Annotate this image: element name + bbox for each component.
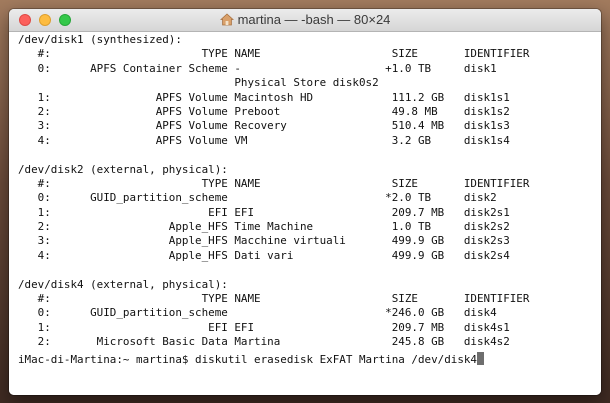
terminal-line: #: TYPE NAME SIZE IDENTIFIER <box>18 47 530 61</box>
typed-command[interactable]: diskutil erasedisk ExFAT Martina /dev/di… <box>195 353 477 366</box>
terminal-output-area[interactable]: /dev/disk1 (synthesized): #: TYPE NAME S… <box>9 32 601 395</box>
terminal-output: /dev/disk1 (synthesized): #: TYPE NAME S… <box>18 33 601 350</box>
text-cursor <box>477 352 484 365</box>
terminal-line: 3: APFS Volume Recovery 510.4 MB disk1s3 <box>18 119 510 133</box>
terminal-line: /dev/disk1 (synthesized): <box>18 33 182 46</box>
terminal-line: 2: Microsoft Basic Data Martina 245.8 GB… <box>18 335 510 349</box>
window-title-area: martina — -bash — 80×24 <box>9 12 601 29</box>
terminal-line: 4: Apple_HFS Dati vari 499.9 GB disk2s4 <box>18 248 510 262</box>
terminal-line: #: TYPE NAME SIZE IDENTIFIER <box>18 176 530 190</box>
window-title: martina — -bash — 80×24 <box>237 12 391 27</box>
terminal-line: #: TYPE NAME SIZE IDENTIFIER <box>18 292 530 306</box>
terminal-line: 2: Apple_HFS Time Machine 1.0 TB disk2s2 <box>18 220 510 234</box>
terminal-line: 0: GUID_partition_scheme *246.0 GB disk4 <box>18 306 497 320</box>
terminal-line: 1: EFI EFI 209.7 MB disk2s1 <box>18 205 510 219</box>
shell-prompt: iMac-di-Martina:~ martina$ <box>18 353 196 366</box>
terminal-line: 0: GUID_partition_scheme *2.0 TB disk2 <box>18 191 497 205</box>
title-bar[interactable]: martina — -bash — 80×24 <box>9 9 601 32</box>
terminal-line: 3: Apple_HFS Macchine virtuali 499.9 GB … <box>18 234 510 248</box>
terminal-line: 1: EFI EFI 209.7 MB disk4s1 <box>18 320 510 334</box>
home-folder-icon <box>219 13 234 29</box>
terminal-line: /dev/disk2 (external, physical): <box>18 162 228 176</box>
terminal-window: martina — -bash — 80×24 /dev/disk1 (synt… <box>9 9 601 395</box>
terminal-line: Physical Store disk0s2 <box>18 76 379 90</box>
terminal-line: 1: APFS Volume Macintosh HD 111.2 GB dis… <box>18 90 510 104</box>
terminal-line: /dev/disk4 (external, physical): <box>18 277 228 291</box>
terminal-line: 2: APFS Volume Preboot 49.8 MB disk1s2 <box>18 104 510 118</box>
terminal-line: 4: APFS Volume VM 3.2 GB disk1s4 <box>18 133 510 147</box>
terminal-line: 0: APFS Container Scheme - +1.0 TB disk1 <box>18 61 497 75</box>
command-line[interactable]: iMac-di-Martina:~ martina$ diskutil eras… <box>18 352 484 366</box>
